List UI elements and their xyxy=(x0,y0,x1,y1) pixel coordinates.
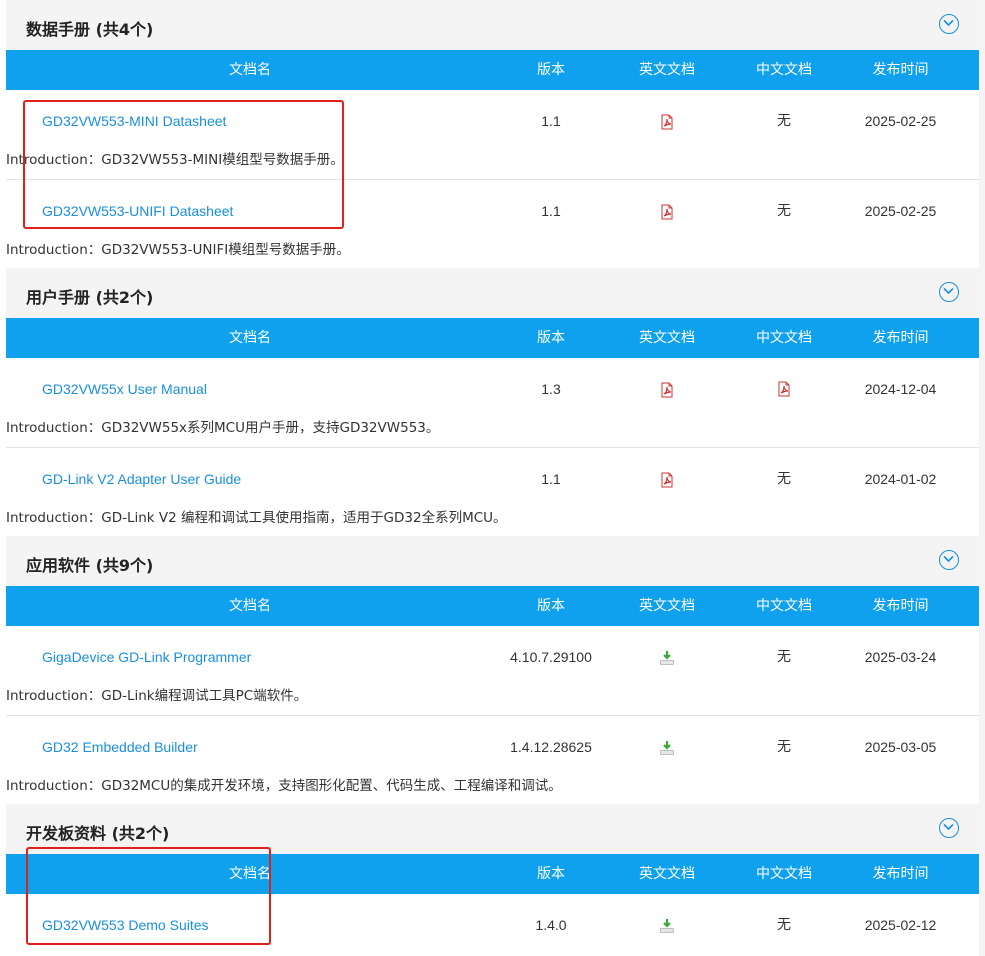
english-doc-cell xyxy=(608,202,726,220)
english-doc-cell xyxy=(608,380,726,398)
section-title: 数据手册 (共4个) xyxy=(26,20,154,39)
introduction-text: Introduction：GD32MCU的集成开发环境，支持图形化配置、代码生成… xyxy=(6,778,562,794)
english-doc-cell xyxy=(608,112,726,130)
table-header: 文档名 版本 英文文档 中文文档 发布时间 xyxy=(6,50,979,90)
chinese-doc-cell: 无 xyxy=(726,202,842,220)
introduction-text: Introduction：GD32VW553-UNIFI模组型号数据手册。 xyxy=(6,242,350,258)
introduction-text: Introduction：GD-Link V2 编程和调试工具使用指南，适用于G… xyxy=(6,510,507,526)
english-doc-cell xyxy=(608,916,726,934)
version-value: 4.10.7.29100 xyxy=(510,649,592,665)
version-value: 1.4.12.28625 xyxy=(510,739,592,755)
section-title: 开发板资料 (共2个) xyxy=(26,824,170,843)
release-date-value: 2024-01-02 xyxy=(864,471,937,487)
header-english-doc: 英文文档 xyxy=(639,866,695,882)
header-chinese-doc: 中文文档 xyxy=(756,62,812,78)
collapse-chevron-icon[interactable] xyxy=(939,282,959,302)
release-date-value: 2025-03-24 xyxy=(864,649,937,665)
table-row: GD32VW55x User Manual 1.3 2024-12-04 Int… xyxy=(6,358,979,448)
english-doc-pdf-icon[interactable] xyxy=(659,472,675,488)
header-version: 版本 xyxy=(537,62,565,78)
page: 数据手册 (共4个) 文档名 版本 英文文档 中文文档 发布时间 GD32VW5… xyxy=(0,0,985,956)
header-name: 文档名 xyxy=(229,598,271,614)
chinese-doc-cell: 无 xyxy=(726,738,842,756)
document-link[interactable]: GigaDevice GD-Link Programmer xyxy=(42,648,251,666)
chinese-doc-none: 无 xyxy=(777,471,791,487)
section: 用户手册 (共2个) 文档名 版本 英文文档 中文文档 发布时间 GD32VW5… xyxy=(6,268,979,537)
collapse-chevron-icon[interactable] xyxy=(939,14,959,34)
chinese-doc-none: 无 xyxy=(777,203,791,219)
table-header: 文档名 版本 英文文档 中文文档 发布时间 xyxy=(6,318,979,358)
english-doc-cell xyxy=(608,470,726,488)
introduction-text: Introduction：GD-Link编程调试工具PC端软件。 xyxy=(6,688,308,704)
chinese-doc-cell: 无 xyxy=(726,916,842,934)
version-value: 1.1 xyxy=(541,113,561,129)
english-doc-pdf-icon[interactable] xyxy=(659,382,675,398)
document-link[interactable]: GD-Link V2 Adapter User Guide xyxy=(42,470,241,488)
chinese-doc-pdf-icon[interactable] xyxy=(776,381,792,397)
release-date-value: 2025-02-12 xyxy=(864,917,937,933)
english-doc-download-icon[interactable] xyxy=(659,650,675,666)
document-link[interactable]: GD32VW55x User Manual xyxy=(42,380,207,398)
chinese-doc-cell: 无 xyxy=(726,470,842,488)
english-doc-download-icon[interactable] xyxy=(659,918,675,934)
chinese-doc-cell: 无 xyxy=(726,648,842,666)
header-english-doc: 英文文档 xyxy=(639,62,695,78)
version-value: 1.1 xyxy=(541,471,561,487)
header-version: 版本 xyxy=(537,330,565,346)
introduction-text: Introduction：GD32VW55x系列MCU用户手册，支持GD32VW… xyxy=(6,420,440,436)
version-value: 1.4.0 xyxy=(535,917,567,933)
header-release-date: 发布时间 xyxy=(872,866,929,882)
table-row: GigaDevice GD-Link Programmer 4.10.7.291… xyxy=(6,626,979,716)
release-date-value: 2025-03-05 xyxy=(864,739,937,755)
section-header[interactable]: 数据手册 (共4个) xyxy=(6,0,979,50)
release-date-value: 2024-12-04 xyxy=(864,381,937,397)
section: 应用软件 (共9个) 文档名 版本 英文文档 中文文档 发布时间 GigaDev… xyxy=(6,536,979,805)
header-chinese-doc: 中文文档 xyxy=(756,598,812,614)
version-value: 1.3 xyxy=(541,381,561,397)
section-title: 用户手册 (共2个) xyxy=(26,288,154,307)
english-doc-cell xyxy=(608,738,726,756)
section-header[interactable]: 用户手册 (共2个) xyxy=(6,268,979,318)
header-english-doc: 英文文档 xyxy=(639,330,695,346)
table-row: GD-Link V2 Adapter User Guide 1.1 无 2024… xyxy=(6,448,979,537)
chinese-doc-none: 无 xyxy=(777,917,791,933)
chinese-doc-none: 无 xyxy=(777,113,791,129)
table-header: 文档名 版本 英文文档 中文文档 发布时间 xyxy=(6,586,979,626)
english-doc-pdf-icon[interactable] xyxy=(659,204,675,220)
header-chinese-doc: 中文文档 xyxy=(756,866,812,882)
header-name: 文档名 xyxy=(229,330,271,346)
chinese-doc-none: 无 xyxy=(777,739,791,755)
header-release-date: 发布时间 xyxy=(872,598,929,614)
highlight-box-demo-suites xyxy=(26,847,271,945)
scroll-edge xyxy=(979,0,985,956)
collapse-chevron-icon[interactable] xyxy=(939,818,959,838)
release-date-value: 2025-02-25 xyxy=(864,113,937,129)
collapse-chevron-icon[interactable] xyxy=(939,550,959,570)
version-value: 1.1 xyxy=(541,203,561,219)
chinese-doc-cell xyxy=(726,380,842,398)
header-release-date: 发布时间 xyxy=(872,62,929,78)
chinese-doc-none: 无 xyxy=(777,649,791,665)
document-link[interactable]: GD32 Embedded Builder xyxy=(42,738,198,756)
english-doc-cell xyxy=(608,648,726,666)
header-chinese-doc: 中文文档 xyxy=(756,330,812,346)
english-doc-download-icon[interactable] xyxy=(659,740,675,756)
chinese-doc-cell: 无 xyxy=(726,112,842,130)
header-english-doc: 英文文档 xyxy=(639,598,695,614)
header-name: 文档名 xyxy=(229,62,271,78)
table-row: GD32 Embedded Builder 1.4.12.28625 无 202… xyxy=(6,716,979,805)
highlight-box-datasheets xyxy=(23,100,344,229)
release-date-value: 2025-02-25 xyxy=(864,203,937,219)
english-doc-pdf-icon[interactable] xyxy=(659,114,675,130)
header-version: 版本 xyxy=(537,866,565,882)
section-header[interactable]: 应用软件 (共9个) xyxy=(6,536,979,586)
header-release-date: 发布时间 xyxy=(872,330,929,346)
header-version: 版本 xyxy=(537,598,565,614)
section-title: 应用软件 (共9个) xyxy=(26,556,154,575)
